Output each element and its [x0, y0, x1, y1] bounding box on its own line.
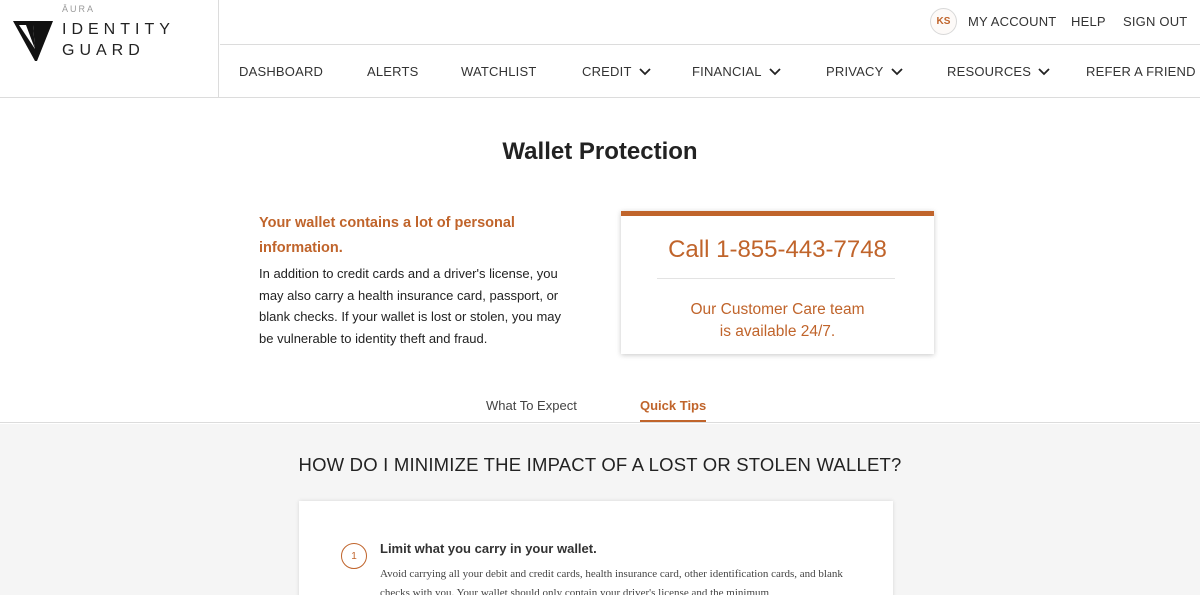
intro-headline: Your wallet contains a lot of personal i…: [259, 215, 515, 256]
nav-alerts-label: ALERTS: [367, 64, 419, 79]
chevron-down-icon: [1038, 67, 1050, 75]
tab-what-to-expect[interactable]: What To Expect: [486, 398, 577, 420]
customer-care-line1: Our Customer Care team: [690, 301, 865, 318]
tips-section: HOW DO I MINIMIZE THE IMPACT OF A LOST O…: [0, 424, 1200, 595]
tip-title: Limit what you carry in your wallet.: [380, 541, 597, 556]
nav-refer-label: REFER A FRIEND: [1086, 64, 1196, 79]
nav-credit-label: CREDIT: [582, 64, 632, 79]
chevron-down-icon: [638, 67, 651, 75]
nav-watchlist-label: WATCHLIST: [461, 64, 537, 79]
nav-refer-a-friend[interactable]: REFER A FRIEND: [1086, 64, 1196, 79]
site-header: ĀURA IDENTITY GUARD KS MY ACCOUNT HELP S…: [0, 0, 1200, 98]
nav-resources-label: RESOURCES: [947, 64, 1032, 79]
nav-credit[interactable]: CREDIT: [582, 64, 652, 79]
nav-privacy[interactable]: PRIVACY: [826, 64, 904, 79]
logo-mark-icon: [13, 21, 53, 61]
nav-financial[interactable]: FINANCIAL: [692, 64, 782, 79]
nav-privacy-label: PRIVACY: [826, 64, 884, 79]
page-title: Wallet Protection: [502, 138, 698, 165]
customer-care-line2: is available 24/7.: [719, 323, 836, 340]
logo[interactable]: ĀURA IDENTITY GUARD: [0, 0, 219, 98]
nav-alerts[interactable]: ALERTS: [367, 64, 419, 79]
phone-number-link[interactable]: Call 1-855-443-7748: [621, 236, 934, 264]
intro-body: In addition to credit cards and a driver…: [259, 266, 562, 346]
chevron-down-icon: [769, 67, 781, 75]
help-link[interactable]: HELP: [1071, 14, 1106, 29]
section-title: HOW DO I MINIMIZE THE IMPACT OF A LOST O…: [298, 454, 902, 475]
tab-quick-tips[interactable]: Quick Tips: [640, 398, 707, 422]
nav-watchlist[interactable]: WATCHLIST: [461, 64, 536, 79]
sign-out-link[interactable]: SIGN OUT: [1123, 14, 1187, 29]
logo-aura-text: ĀURA: [62, 4, 96, 14]
main-nav: DASHBOARD ALERTS WATCHLIST CREDIT FINANC…: [220, 46, 1200, 98]
chevron-down-icon: [890, 67, 903, 75]
nav-dashboard[interactable]: DASHBOARD: [239, 64, 323, 79]
my-account-link[interactable]: MY ACCOUNT: [968, 14, 1056, 29]
nav-financial-label: FINANCIAL: [692, 64, 762, 79]
tip-card: 1 Limit what you carry in your wallet. A…: [299, 501, 893, 595]
intro-block: Your wallet contains a lot of personal i…: [259, 211, 579, 349]
step-number-badge: 1: [341, 543, 367, 569]
divider: [657, 278, 895, 279]
customer-care-text: Our Customer Care team is available 24/7…: [621, 299, 934, 343]
avatar[interactable]: KS: [930, 8, 957, 35]
call-card: Call 1-855-443-7748 Our Customer Care te…: [621, 211, 934, 354]
logo-identity-text: IDENTITY: [62, 21, 175, 38]
logo-guard-text: GUARD: [62, 42, 145, 59]
tab-bar: What To Expect Quick Tips: [0, 390, 1200, 423]
nav-resources[interactable]: RESOURCES: [947, 64, 1051, 79]
nav-dashboard-label: DASHBOARD: [239, 64, 324, 79]
top-utility-bar: KS MY ACCOUNT HELP SIGN OUT: [220, 0, 1200, 45]
tip-body: Avoid carrying all your debit and credit…: [380, 568, 843, 595]
